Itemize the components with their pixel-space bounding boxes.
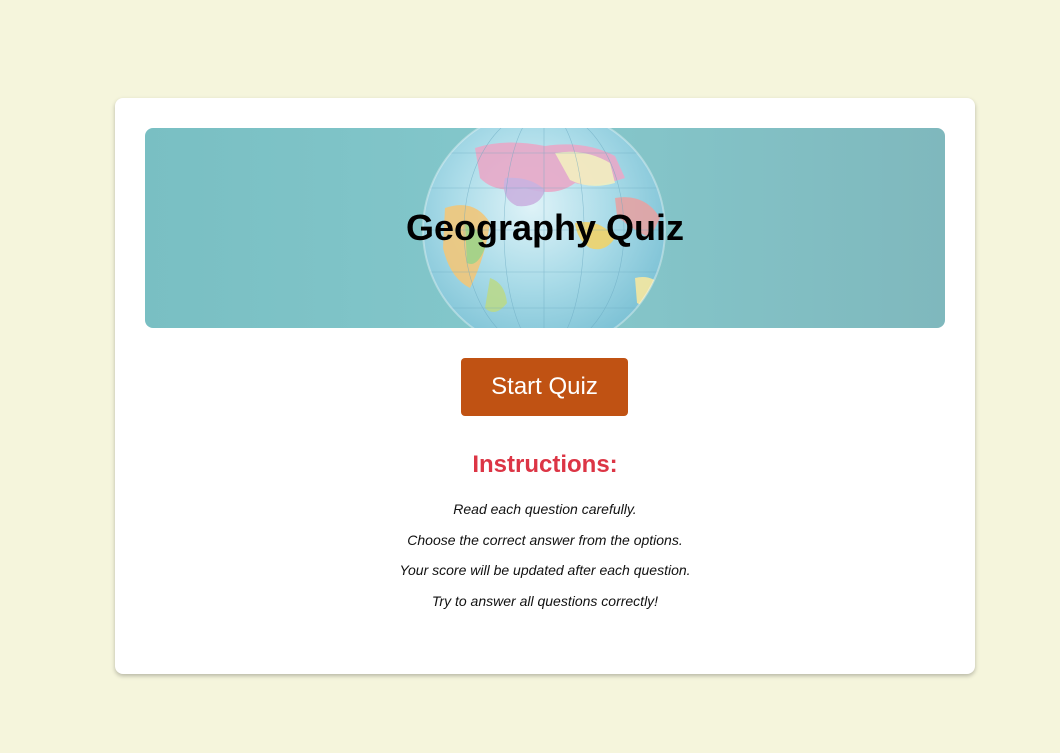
instructions-heading: Instructions: bbox=[472, 451, 618, 478]
instruction-item: Your score will be updated after each qu… bbox=[399, 562, 691, 578]
quiz-banner: Geography Quiz bbox=[145, 128, 945, 328]
instructions-list: Read each question carefully. Choose the… bbox=[115, 498, 975, 620]
instruction-item: Read each question carefully. bbox=[453, 501, 637, 517]
instruction-item: Choose the correct answer from the optio… bbox=[407, 531, 683, 548]
instruction-item: Try to answer all questions correctly! bbox=[431, 592, 659, 609]
start-quiz-button[interactable]: Start Quiz bbox=[461, 358, 628, 416]
quiz-card: Geography Quiz Start Quiz Instructions: … bbox=[115, 98, 975, 674]
page-title: Geography Quiz bbox=[405, 207, 685, 248]
